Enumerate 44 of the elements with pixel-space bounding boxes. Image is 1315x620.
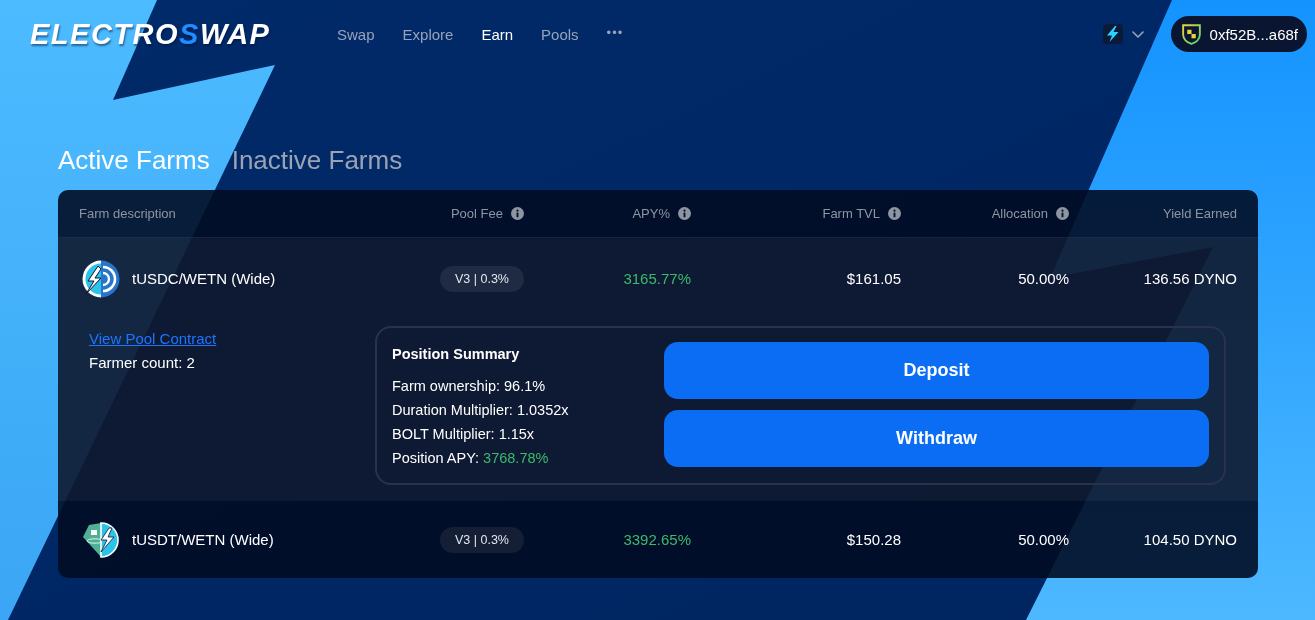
token-pair-icon <box>81 519 121 560</box>
column-header: Farm TVL <box>822 206 880 221</box>
position-summary-line: Farm ownership: 96.1% <box>392 377 547 396</box>
nav-link[interactable]: Explore <box>402 25 454 43</box>
info-icon[interactable] <box>888 207 901 220</box>
nav-link[interactable]: Earn <box>481 25 514 43</box>
farm-name: tUSDT/WETN (Wide) <box>132 531 274 548</box>
pool-contract-link[interactable]: View Pool Contract <box>89 327 217 351</box>
pool-fee-tag: V3 | 0.3% <box>440 526 524 553</box>
wallet-button[interactable]: 0xf52B...a68f <box>1170 16 1307 52</box>
apy-value: 3392.65% <box>623 531 691 548</box>
allocation-value: 50.00% <box>1018 270 1069 287</box>
info-icon[interactable] <box>1056 207 1069 220</box>
pool-fee-tag: V3 | 0.3% <box>440 265 524 292</box>
nav-link[interactable]: Swap <box>337 25 375 43</box>
action-button[interactable]: Withdraw <box>664 410 1209 467</box>
column-header: Farm description <box>79 206 176 221</box>
shield-icon <box>1181 23 1201 45</box>
apy-value: 3165.77% <box>623 270 691 287</box>
more-menu-button[interactable]: ••• <box>606 24 624 40</box>
position-summary-line: Position APY: 3768.78% <box>392 449 550 468</box>
position-summary-line: BOLT Multiplier: 1.15x <box>392 425 536 444</box>
column-header: Pool Fee <box>450 206 503 221</box>
column-header: Yield Earned <box>1163 206 1237 221</box>
farm-name: tUSDC/WETN (Wide) <box>132 270 276 287</box>
tvl-value: $150.28 <box>846 531 901 548</box>
tab[interactable]: Inactive Farms <box>231 144 403 176</box>
position-summary-title: Position Summary <box>392 345 521 364</box>
chevron-down-icon[interactable] <box>1131 30 1144 38</box>
info-icon[interactable] <box>511 207 524 220</box>
action-button[interactable]: Deposit <box>664 342 1209 399</box>
tvl-value: $161.05 <box>846 270 901 287</box>
farmer-count-text: Farmer count: 2 <box>89 353 195 373</box>
token-pair-icon <box>81 258 121 299</box>
yield-value: 104.50 DYNO <box>1143 531 1237 548</box>
allocation-value: 50.00% <box>1018 531 1069 548</box>
info-icon[interactable] <box>678 207 691 220</box>
column-header: Allocation <box>991 206 1048 221</box>
column-header: APY% <box>632 206 670 221</box>
position-summary-line: Duration Multiplier: 1.0352x <box>392 401 570 420</box>
nav-link[interactable]: Pools <box>541 25 579 43</box>
table-row[interactable] <box>58 238 1258 501</box>
yield-value: 136.56 DYNO <box>1143 270 1237 287</box>
table-row[interactable]: tUSDT/WETN (Wide) V3 | 0.3% 3392.65% $150.28 50.00% 104.50 DYNO <box>58 501 1258 578</box>
